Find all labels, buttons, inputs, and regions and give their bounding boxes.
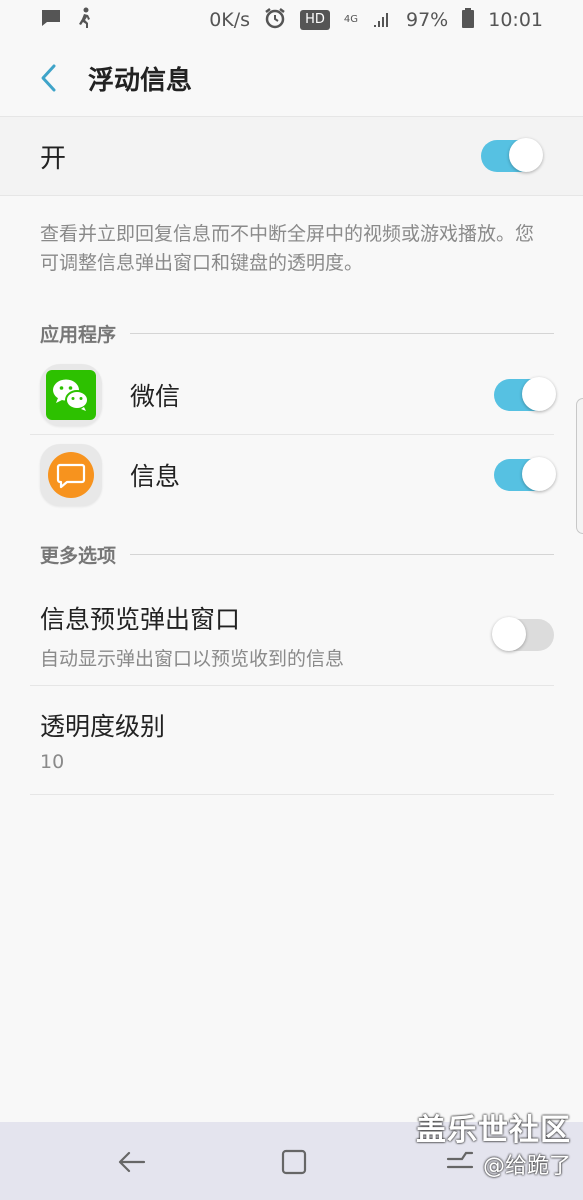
clock: 10:01 xyxy=(488,9,543,31)
network-type: 4G xyxy=(343,14,358,25)
watermark-user: @给跪了 xyxy=(482,1154,571,1179)
transparency-level-value: 10 xyxy=(40,751,65,773)
preview-popup-toggle[interactable] xyxy=(492,617,554,651)
app-row-messages[interactable]: 信息 xyxy=(30,435,556,515)
app-name: 微信 xyxy=(130,381,181,411)
master-switch-row[interactable]: 开 xyxy=(0,116,583,196)
toggle-knob xyxy=(492,617,526,651)
preview-popup-row[interactable]: 信息预览弹出窗口 自动显示弹出窗口以预览收到的信息 xyxy=(30,585,554,686)
transparency-level-text: 透明度级别 10 xyxy=(40,707,554,773)
master-toggle[interactable] xyxy=(481,138,543,172)
more-section-title: 更多选项 xyxy=(40,544,117,567)
section-divider xyxy=(130,332,554,334)
header: 浮动信息 xyxy=(0,40,583,116)
apps-section-title: 应用程序 xyxy=(40,323,117,346)
feature-description: 查看并立即回复信息而不中断全屏中的视频或游戏播放。您可调整信息弹出窗口和键盘的透… xyxy=(40,223,535,274)
nav-home-button[interactable] xyxy=(274,1142,314,1182)
status-bar: 0K/s HD 4G 97% 10:01 xyxy=(0,0,583,40)
alarm-icon xyxy=(264,7,286,34)
net-speed: 0K/s xyxy=(209,9,251,31)
recents-icon xyxy=(446,1151,474,1169)
signal-icon xyxy=(372,9,392,32)
wechat-toggle[interactable] xyxy=(494,376,556,411)
messages-toggle[interactable] xyxy=(494,457,556,491)
chat-notification-icon xyxy=(40,8,62,33)
hd-badge: HD xyxy=(300,10,330,30)
status-right: 0K/s HD 4G 97% 10:01 xyxy=(209,7,543,34)
run-icon xyxy=(76,7,94,34)
more-section-header: 更多选项 xyxy=(40,539,554,569)
home-square-icon xyxy=(281,1149,307,1175)
wechat-icon xyxy=(40,363,102,426)
app-row-wechat[interactable]: 微信 xyxy=(30,355,556,435)
toggle-knob xyxy=(522,457,556,491)
messages-icon xyxy=(40,444,102,506)
toggle-knob xyxy=(509,138,543,172)
toggle-knob xyxy=(522,376,556,411)
back-arrow-icon xyxy=(118,1151,146,1173)
back-button[interactable] xyxy=(28,58,68,98)
apps-section-header: 应用程序 xyxy=(40,318,554,348)
transparency-level-title: 透明度级别 xyxy=(40,712,166,741)
app-name: 信息 xyxy=(130,462,181,491)
edge-panel-handle[interactable] xyxy=(576,398,583,534)
status-left xyxy=(40,7,94,34)
preview-popup-subtitle: 自动显示弹出窗口以预览收到的信息 xyxy=(40,647,345,670)
transparency-level-row[interactable]: 透明度级别 10 xyxy=(30,686,554,795)
watermark-site: 盖乐世社区 xyxy=(416,1113,571,1148)
chevron-left-icon xyxy=(41,64,56,92)
master-switch-label: 开 xyxy=(40,143,67,174)
section-divider xyxy=(130,553,554,555)
preview-popup-title: 信息预览弹出窗口 xyxy=(40,604,241,634)
page-title: 浮动信息 xyxy=(88,65,193,96)
battery-level: 97% xyxy=(406,9,449,31)
battery-icon xyxy=(462,7,475,33)
preview-popup-text: 信息预览弹出窗口 自动显示弹出窗口以预览收到的信息 xyxy=(40,600,494,671)
nav-back-button[interactable] xyxy=(112,1142,152,1182)
